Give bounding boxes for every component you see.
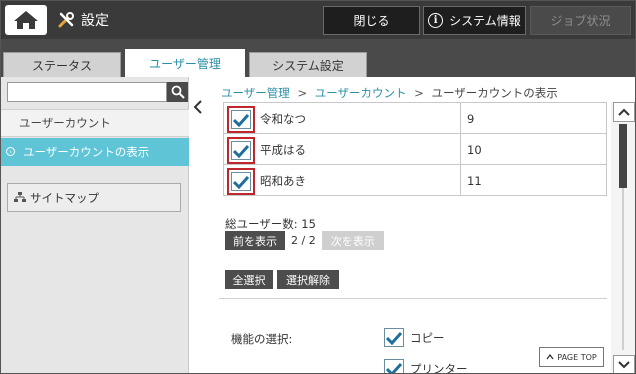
- tab-bar: ステータス ユーザー管理 システム設定: [1, 39, 635, 77]
- breadcrumb-current: ユーザーカウントの表示: [431, 86, 558, 100]
- search-button[interactable]: [167, 82, 188, 102]
- deselect-button[interactable]: 選択解除: [277, 270, 339, 289]
- row-checkbox[interactable]: [231, 141, 251, 160]
- select-all-button[interactable]: 全選択: [225, 270, 273, 289]
- chevron-right-icon: ›: [6, 147, 15, 156]
- chevron-left-icon: [193, 100, 202, 114]
- chevron-down-icon: [618, 361, 630, 369]
- deselect-label: 選択解除: [286, 273, 330, 287]
- select-all-label: 全選択: [232, 273, 266, 287]
- tab-system-settings[interactable]: システム設定: [249, 52, 367, 77]
- close-button[interactable]: 閉じる: [323, 6, 420, 35]
- chevron-up-icon: [618, 108, 630, 116]
- system-info-button[interactable]: i システム情報: [423, 6, 526, 35]
- function-printer: プリンター: [384, 359, 468, 374]
- selection-actions: 全選択 選択解除: [225, 270, 339, 289]
- scrollbar[interactable]: [611, 102, 635, 373]
- row-checkbox-highlight: [227, 168, 255, 195]
- sitemap-icon: [14, 192, 26, 203]
- pagination: 前を表示 2 / 2 次を表示: [225, 231, 384, 250]
- checkmark-icon: [233, 113, 249, 127]
- sidebar-item-user-count[interactable]: ユーザーカウント: [1, 109, 189, 137]
- tab-system-settings-label: システム設定: [272, 58, 344, 73]
- window: 設定 閉じる i システム情報 ジョブ状況 ステータス ユーザー管理 システム設…: [0, 0, 636, 374]
- row-checkbox[interactable]: [231, 110, 251, 129]
- user-count-value: 10: [467, 142, 482, 157]
- user-name: 令和なつ: [260, 112, 306, 126]
- close-button-label: 閉じる: [353, 14, 390, 28]
- breadcrumb-separator: >: [414, 86, 424, 100]
- table-row: 昭和あき 11: [223, 165, 607, 196]
- sidebar: ユーザーカウント › ユーザーカウントの表示 サイトマップ: [1, 77, 189, 373]
- prev-page-button[interactable]: 前を表示: [225, 231, 285, 250]
- prev-page-label: 前を表示: [233, 234, 277, 248]
- user-count-value: 9: [467, 111, 475, 126]
- page-top-label: PAGE TOP: [557, 352, 597, 362]
- checkmark-icon: [386, 362, 402, 373]
- job-status-label: ジョブ状況: [550, 14, 611, 28]
- settings-header: 設定: [57, 1, 109, 39]
- search-icon: [171, 85, 185, 99]
- table-row: 平成はる 10: [223, 134, 607, 165]
- total-users-label: 総ユーザー数: 15: [225, 217, 316, 231]
- function-copy: コピー: [384, 328, 445, 347]
- info-icon: i: [428, 13, 444, 28]
- divider: [219, 298, 607, 299]
- checkmark-icon: [233, 175, 249, 189]
- function-select-label: 機能の選択:: [231, 332, 293, 346]
- chevron-up-icon: [546, 354, 554, 360]
- tab-user-management-label: ユーザー管理: [149, 57, 221, 71]
- sidebar-item-label: ユーザーカウントの表示: [23, 145, 150, 159]
- next-page-label: 次を表示: [330, 234, 375, 248]
- checkmark-icon: [386, 331, 402, 345]
- user-name: 昭和あき: [260, 174, 306, 188]
- page-title: 設定: [81, 13, 109, 29]
- row-checkbox[interactable]: [231, 172, 251, 191]
- user-count: 11: [460, 165, 608, 196]
- home-button[interactable]: [5, 5, 47, 35]
- row-checkbox-highlight: [227, 106, 255, 133]
- breadcrumb: ユーザー管理 > ユーザーカウント > ユーザーカウントの表示: [221, 85, 558, 101]
- sitemap-button[interactable]: サイトマップ: [7, 183, 181, 212]
- search-input[interactable]: [7, 82, 167, 102]
- function-printer-label: プリンター: [410, 361, 468, 374]
- breadcrumb-separator: >: [297, 86, 308, 100]
- user-table: 令和なつ 9 平成はる 10 昭和あき 11: [223, 102, 607, 196]
- breadcrumb-link-user-count[interactable]: ユーザーカウント: [315, 86, 407, 100]
- row-checkbox-highlight: [227, 137, 255, 164]
- scroll-up-button[interactable]: [613, 102, 635, 122]
- tab-user-management[interactable]: ユーザー管理: [125, 49, 245, 77]
- page-indicator: 2 / 2: [291, 234, 316, 247]
- page-top-button[interactable]: PAGE TOP: [539, 347, 604, 367]
- sidebar-item-label: ユーザーカウント: [19, 116, 111, 130]
- function-printer-checkbox[interactable]: [384, 359, 404, 373]
- sidebar-item-user-count-display[interactable]: › ユーザーカウントの表示: [1, 138, 189, 166]
- sitemap-label: サイトマップ: [30, 190, 99, 205]
- main-content: 令和なつ 9 平成はる 10 昭和あき 11 総ユーザー数: 15 前を表示 2…: [209, 102, 611, 374]
- tab-status[interactable]: ステータス: [3, 52, 121, 77]
- collapse-sidebar-button[interactable]: [191, 97, 205, 117]
- user-count-value: 11: [467, 173, 482, 188]
- checkmark-icon: [233, 144, 249, 158]
- top-bar: 設定 閉じる i システム情報 ジョブ状況: [1, 1, 635, 39]
- scroll-down-button[interactable]: [613, 355, 635, 373]
- user-count: 9: [460, 103, 608, 134]
- job-status-button[interactable]: ジョブ状況: [530, 6, 631, 35]
- system-info-label: システム情報: [449, 14, 521, 28]
- tools-icon: [57, 11, 75, 29]
- tab-status-label: ステータス: [31, 58, 92, 73]
- next-page-button[interactable]: 次を表示: [321, 231, 384, 250]
- function-copy-label: コピー: [410, 330, 445, 345]
- user-name: 平成はる: [260, 143, 306, 157]
- breadcrumb-link-user-management[interactable]: ユーザー管理: [221, 86, 290, 100]
- function-copy-checkbox[interactable]: [384, 328, 404, 347]
- user-count: 10: [460, 134, 608, 165]
- table-row: 令和なつ 9: [223, 103, 607, 134]
- home-icon: [14, 11, 38, 29]
- scroll-thumb[interactable]: [619, 124, 627, 188]
